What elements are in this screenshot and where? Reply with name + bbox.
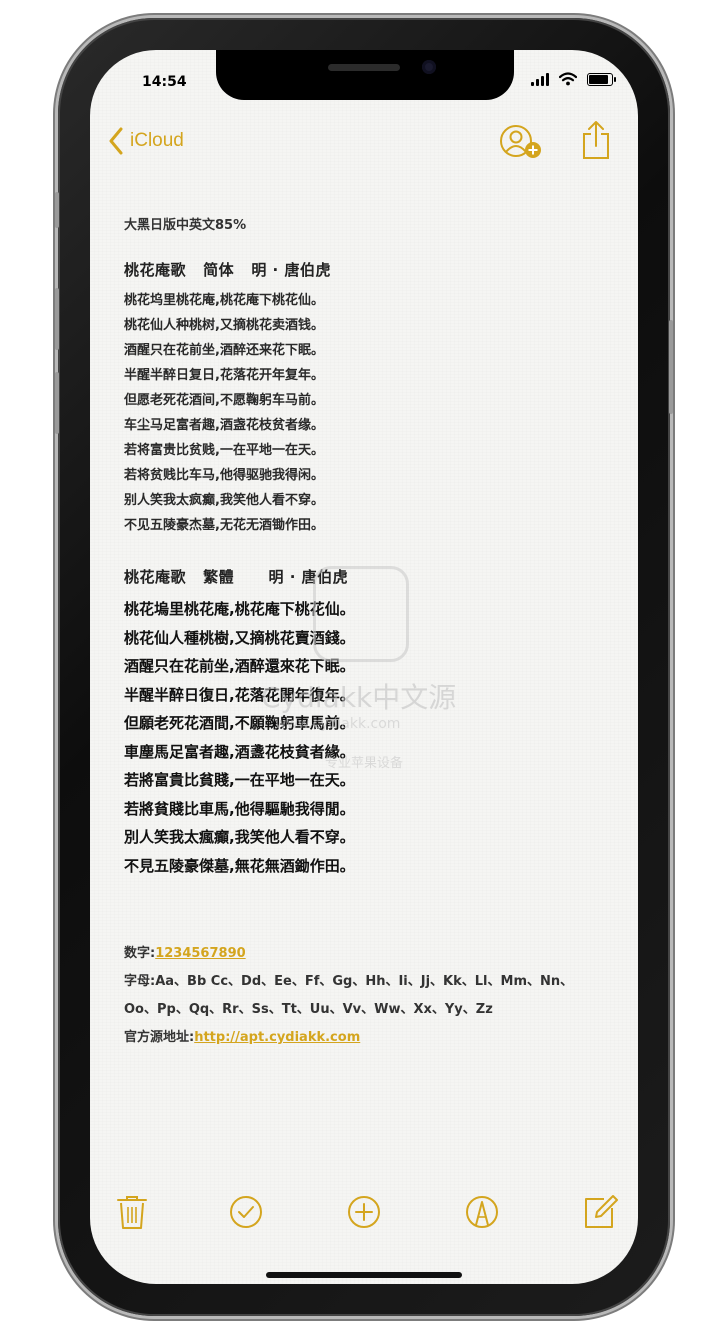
note-body[interactable]: 大黑日版中英文85% 桃花庵歌 简体 明 · 唐伯虎 桃花坞里桃花庵,桃花庵下桃…	[124, 214, 604, 1052]
wifi-icon	[559, 72, 577, 86]
note-info: 数字:1234567890 字母:Aa、Bb Cc、Dd、Ee、Ff、Gg、Hh…	[124, 940, 604, 1052]
letters-line-2: Oo、Pp、Qq、Rr、Ss、Tt、Uu、Vv、Ww、Xx、Yy、Zz	[124, 1002, 493, 1017]
poem-title-traditional: 桃花庵歌 繁體 明 · 唐伯虎	[124, 568, 349, 586]
poem-line: 桃花仙人种桃树,又摘桃花卖酒钱。	[124, 318, 324, 333]
note-meta: 大黑日版中英文85%	[124, 218, 247, 233]
poem-title-simplified: 桃花庵歌 简体 明 · 唐伯虎	[124, 261, 331, 279]
notch	[216, 50, 514, 100]
poem-line: 但愿老死花酒间,不愿鞠躬车马前。	[124, 393, 324, 408]
poem-line: 别人笑我太疯癫,我笑他人看不穿。	[124, 493, 324, 508]
poem-simplified: 桃花坞里桃花庵,桃花庵下桃花仙。 桃花仙人种桃树,又摘桃花卖酒钱。 酒醒只在花前…	[124, 288, 604, 538]
poem-traditional: 桃花塢里桃花庵,桃花庵下桃花仙。 桃花仙人種桃樹,又摘桃花賣酒錢。 酒醒只在花前…	[124, 595, 604, 880]
source-label: 官方源地址:	[124, 1030, 195, 1045]
back-button[interactable]: iCloud	[108, 127, 184, 155]
poem-line: 若將富貴比貧賤,一在平地一在天。	[124, 771, 355, 789]
poem-line: 但願老死花酒間,不願鞠躬車馬前。	[124, 714, 355, 732]
home-indicator[interactable]	[266, 1272, 462, 1278]
numbers-label: 数字:	[124, 946, 156, 961]
checklist-button[interactable]	[228, 1194, 264, 1230]
volume-down-button	[55, 372, 59, 434]
front-camera	[422, 60, 436, 74]
cellular-signal-icon	[531, 72, 549, 86]
poem-line: 別人笑我太瘋癲,我笑他人看不穿。	[124, 828, 355, 846]
volume-up-button	[55, 288, 59, 350]
poem-line: 半醒半醉日复日,花落花开年复年。	[124, 368, 324, 383]
letters-row-1: 字母:Aa、Bb Cc、Dd、Ee、Ff、Gg、Hh、Ii、Jj、Kk、Ll、M…	[124, 968, 604, 996]
back-label: iCloud	[130, 130, 184, 151]
markup-button[interactable]	[464, 1194, 500, 1230]
poem-line: 桃花塢里桃花庵,桃花庵下桃花仙。	[124, 600, 355, 618]
poem-line: 桃花仙人種桃樹,又摘桃花賣酒錢。	[124, 628, 355, 647]
chevron-left-icon	[109, 127, 123, 155]
status-indicators	[531, 72, 616, 86]
speaker-grille	[328, 64, 400, 71]
add-people-button[interactable]	[499, 124, 545, 166]
poem-line: 桃花坞里桃花庵,桃花庵下桃花仙。	[124, 293, 324, 308]
add-person-icon	[500, 125, 541, 158]
poem-line: 酒醒只在花前坐,酒醉還來花下眠。	[124, 657, 355, 675]
poem-line: 半醒半醉日復日,花落花開年復年。	[124, 685, 355, 704]
source-link[interactable]: http://apt.cydiakk.com	[194, 1030, 360, 1045]
compose-icon	[585, 1195, 618, 1228]
letters-line-1: Aa、Bb Cc、Dd、Ee、Ff、Gg、Hh、Ii、Jj、Kk、Ll、Mm、N…	[155, 974, 574, 989]
compose-button[interactable]	[582, 1194, 618, 1230]
delete-button[interactable]	[114, 1194, 150, 1230]
poem-line: 若將貧賤比車馬,他得驅馳我得閒。	[124, 799, 355, 818]
poem-line: 酒醒只在花前坐,酒醉还来花下眠。	[124, 343, 324, 358]
poem-line: 车尘马足富者趣,酒盏花枝贫者缘。	[124, 418, 324, 433]
source-row: 官方源地址:http://apt.cydiakk.com	[124, 1024, 604, 1052]
numbers-row: 数字:1234567890	[124, 940, 604, 968]
battery-icon	[587, 72, 616, 86]
power-button	[669, 320, 673, 414]
poem-line: 不见五陵豪杰墓,无花无酒锄作田。	[124, 518, 324, 533]
trash-icon	[117, 1196, 147, 1229]
poem-line: 若将贫贱比车马,他得驱驰我得闲。	[124, 468, 324, 483]
poem-line: 若将富贵比贫贱,一在平地一在天。	[124, 443, 324, 458]
poem-line: 不見五陵豪傑墓,無花無酒鋤作田。	[124, 856, 355, 875]
status-time: 14:54	[142, 74, 187, 90]
checklist-icon	[230, 1196, 262, 1228]
markup-pen-icon	[466, 1196, 498, 1228]
poem-line: 車塵馬足富者趣,酒盞花枝貧者緣。	[124, 742, 355, 761]
share-button[interactable]	[581, 120, 611, 164]
add-button[interactable]	[346, 1194, 382, 1230]
mute-switch	[55, 192, 59, 228]
letters-label: 字母:	[124, 974, 156, 989]
plus-circle-icon	[348, 1196, 380, 1228]
numbers-link[interactable]: 1234567890	[155, 946, 245, 961]
share-icon	[583, 121, 609, 159]
